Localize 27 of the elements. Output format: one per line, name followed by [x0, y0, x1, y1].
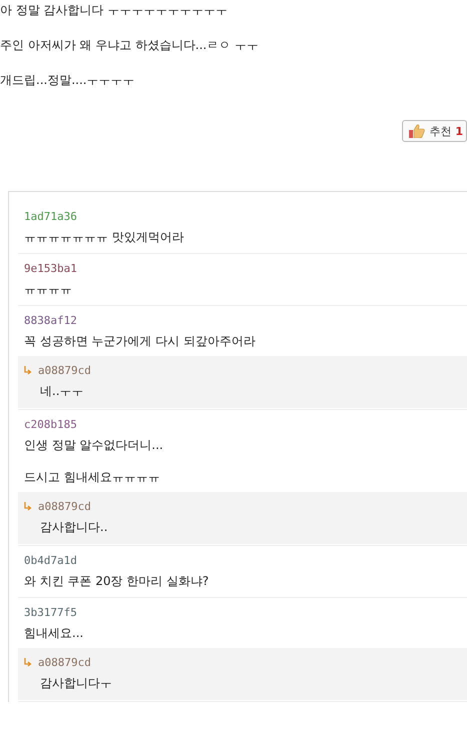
comment-author: c208b185 — [24, 417, 78, 432]
comment-text: 인생 정말 알수없다더니... — [24, 437, 164, 453]
reply-author: a08879cd — [38, 499, 91, 514]
reply-text: 감사합니다.. — [40, 519, 109, 535]
reply-arrow-icon — [24, 502, 32, 511]
post-paragraph: 개드립...정말....ㅜㅜㅜㅜ — [0, 73, 136, 87]
reply-author: a08879cd — [38, 363, 91, 378]
post-paragraph: 아 정말 감사합니다 ㅜㅜㅜㅜㅜㅜㅜㅜㅜㅜ — [0, 3, 228, 17]
comment-author: 0b4d7a1d — [24, 553, 78, 568]
comment-text: ㅠㅠㅠㅠ — [24, 281, 73, 297]
reply-author: a08879cd — [38, 655, 91, 670]
comment-text: ㅠㅠㅠㅠㅠㅠㅠ 맛있게먹어라 — [24, 229, 185, 245]
post-paragraph: 주인 아저씨가 왜 우냐고 하셨습니다...ㄹㅇ ㅜㅜ — [0, 38, 260, 52]
comment-text: 와 치킨 쿠폰 20장 한마리 실화냐? — [24, 573, 210, 589]
comment-author: 1ad71a36 — [24, 209, 78, 224]
comment-author: 8838af12 — [24, 313, 78, 328]
reply-arrow-icon — [24, 366, 32, 375]
reply-text: 네..ㅜㅜ — [40, 383, 85, 399]
comment-author: 9e153ba1 — [24, 261, 78, 276]
reply-text: 감사합니다ㅜ — [40, 675, 113, 691]
comment-text: 꼭 성공하면 누군가에게 다시 되갚아주어라 — [24, 333, 256, 349]
comment-text: 힘내세요... — [24, 625, 84, 641]
thumbs-up-icon — [409, 124, 426, 138]
comment-author: 3b3177f5 — [24, 605, 78, 620]
comment-text: 드시고 힘내세요ㅠㅠㅠㅠ — [24, 469, 161, 485]
recommend-button[interactable]: 추천 1 — [402, 120, 467, 142]
reply-arrow-icon — [24, 658, 32, 667]
